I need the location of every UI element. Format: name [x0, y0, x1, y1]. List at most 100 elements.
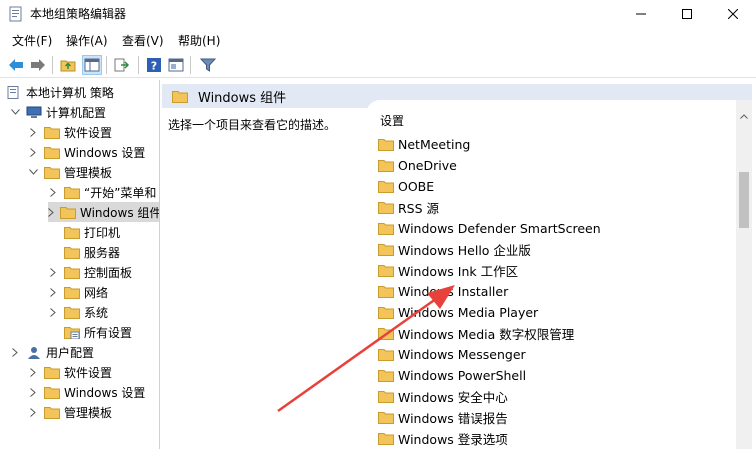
chevron-right-icon[interactable]	[28, 367, 38, 377]
tree-item-user-windows-settings[interactable]: Windows 设置	[28, 382, 145, 402]
filter-button[interactable]	[198, 55, 218, 75]
tree-item-label: 软件设置	[64, 365, 113, 380]
tree-item-windows-settings[interactable]: Windows 设置	[28, 142, 145, 162]
tree-item-user-config[interactable]: 用户配置	[10, 342, 94, 362]
up-folder-button[interactable]	[58, 55, 78, 75]
menu-file[interactable]: 文件(F)	[10, 32, 54, 49]
list-item-label: Windows Messenger	[398, 346, 526, 362]
minimize-button[interactable]	[618, 0, 664, 28]
chevron-right-icon[interactable]	[28, 127, 38, 137]
export-button[interactable]	[112, 55, 132, 75]
chevron-right-icon[interactable]	[28, 387, 38, 397]
forward-button[interactable]	[28, 55, 48, 75]
folder-icon	[64, 246, 80, 259]
folder-icon	[378, 348, 394, 361]
toolbar: ?	[0, 52, 756, 78]
tree-item-start-menu[interactable]: “开始”菜单和	[48, 182, 156, 202]
tree-item-label: Windows 设置	[64, 145, 146, 160]
tree-item-local-policy[interactable]: 本地计算机 策略	[6, 82, 114, 102]
chevron-right-icon[interactable]	[10, 347, 20, 357]
list-item[interactable]: Windows Messenger	[378, 344, 526, 364]
chevron-down-icon[interactable]	[28, 167, 38, 177]
filter-icon	[200, 58, 216, 72]
tree-item-label: 管理模板	[64, 405, 113, 420]
chevron-right-icon[interactable]	[28, 407, 38, 417]
toolbar-separator	[138, 56, 139, 74]
tree-item-windows-components[interactable]: Windows 组件	[48, 202, 159, 222]
folder-icon	[378, 390, 394, 403]
tree-item-admin-templates[interactable]: 管理模板	[28, 162, 112, 182]
toolbar-separator	[106, 56, 107, 74]
description-text: 选择一个项目来查看它的描述。	[168, 118, 337, 132]
tree-item-user-admin-templates[interactable]: 管理模板	[28, 402, 112, 422]
policy-doc-icon	[7, 85, 19, 99]
folder-icon	[378, 222, 394, 235]
list-item[interactable]: RSS 源	[378, 197, 439, 217]
list-item[interactable]: Windows Installer	[378, 281, 508, 301]
list-item-label: OneDrive	[398, 157, 457, 173]
maximize-icon	[682, 9, 692, 19]
scroll-up-button[interactable]	[736, 110, 752, 122]
scroll-thumb[interactable]	[739, 172, 749, 228]
folder-icon	[44, 366, 60, 379]
close-button[interactable]	[710, 0, 756, 28]
minimize-icon	[636, 13, 646, 15]
tree-item-network[interactable]: 网络	[48, 282, 108, 302]
list-item[interactable]: Windows Defender SmartScreen	[378, 218, 601, 238]
vertical-scrollbar[interactable]	[736, 100, 752, 449]
tree-item-system[interactable]: 系统	[48, 302, 108, 322]
chevron-right-icon[interactable]	[48, 287, 58, 297]
list-item[interactable]: Windows 登录选项	[378, 428, 508, 448]
chevron-right-icon[interactable]	[48, 307, 58, 317]
column-header-settings[interactable]: 设置	[380, 112, 404, 129]
menu-bar: 文件(F) 操作(A) 查看(V) 帮助(H)	[0, 30, 756, 50]
menu-view[interactable]: 查看(V)	[120, 32, 166, 49]
list-item[interactable]: Windows Ink 工作区	[378, 260, 518, 280]
list-item[interactable]: NetMeeting	[378, 134, 470, 154]
list-item[interactable]: Windows 错误报告	[378, 407, 508, 427]
tree-item-server[interactable]: 服务器	[64, 242, 120, 262]
tree-item-control-panel[interactable]: 控制面板	[48, 262, 132, 282]
back-button[interactable]	[6, 55, 26, 75]
show-hide-tree-button[interactable]	[82, 55, 102, 75]
chevron-right-icon[interactable]	[28, 147, 38, 157]
list-item[interactable]: Windows Hello 企业版	[378, 239, 531, 259]
tree-item-computer-config[interactable]: 计算机配置	[10, 102, 106, 122]
back-icon	[9, 59, 23, 71]
tree-item-software-settings[interactable]: 软件设置	[28, 122, 112, 142]
list-item[interactable]: Windows PowerShell	[378, 365, 526, 385]
chevron-up-icon	[740, 113, 748, 119]
gpedit-icon	[9, 6, 22, 22]
tree-item-label: 计算机配置	[46, 105, 107, 120]
folder-icon	[64, 226, 80, 239]
list-item[interactable]: Windows Media Player	[378, 302, 538, 322]
list-item-label: Windows Hello 企业版	[398, 242, 531, 258]
list-item[interactable]: OneDrive	[378, 155, 457, 175]
tree-item-printers[interactable]: 打印机	[64, 222, 120, 242]
list-item[interactable]: OOBE	[378, 176, 434, 196]
chevron-right-icon[interactable]	[48, 187, 58, 197]
tree-item-all-settings[interactable]: 所有设置	[64, 322, 132, 342]
folder-icon	[60, 206, 76, 219]
chevron-right-icon[interactable]	[48, 207, 54, 217]
help-button[interactable]: ?	[144, 55, 164, 75]
properties-button[interactable]	[166, 55, 186, 75]
tree-item-label: 控制面板	[84, 265, 133, 280]
folder-icon	[378, 201, 394, 214]
list-item[interactable]: Windows Media 数字权限管理	[378, 323, 574, 343]
tree-item-label: 所有设置	[84, 325, 133, 340]
tree-item-label: 服务器	[84, 245, 121, 260]
folder-icon	[378, 159, 394, 172]
tree-item-user-software-settings[interactable]: 软件设置	[28, 362, 112, 382]
folder-icon	[378, 327, 394, 340]
menu-action[interactable]: 操作(A)	[64, 32, 110, 49]
list-item-label: Windows Installer	[398, 283, 509, 299]
chevron-right-icon[interactable]	[48, 267, 58, 277]
folder-icon	[44, 126, 60, 139]
svg-text:?: ?	[151, 60, 157, 73]
chevron-down-icon[interactable]	[10, 107, 20, 117]
list-item[interactable]: Windows 安全中心	[378, 386, 508, 406]
list-item-label: Windows Media Player	[398, 304, 539, 320]
maximize-button[interactable]	[664, 0, 710, 28]
menu-help[interactable]: 帮助(H)	[176, 32, 222, 49]
